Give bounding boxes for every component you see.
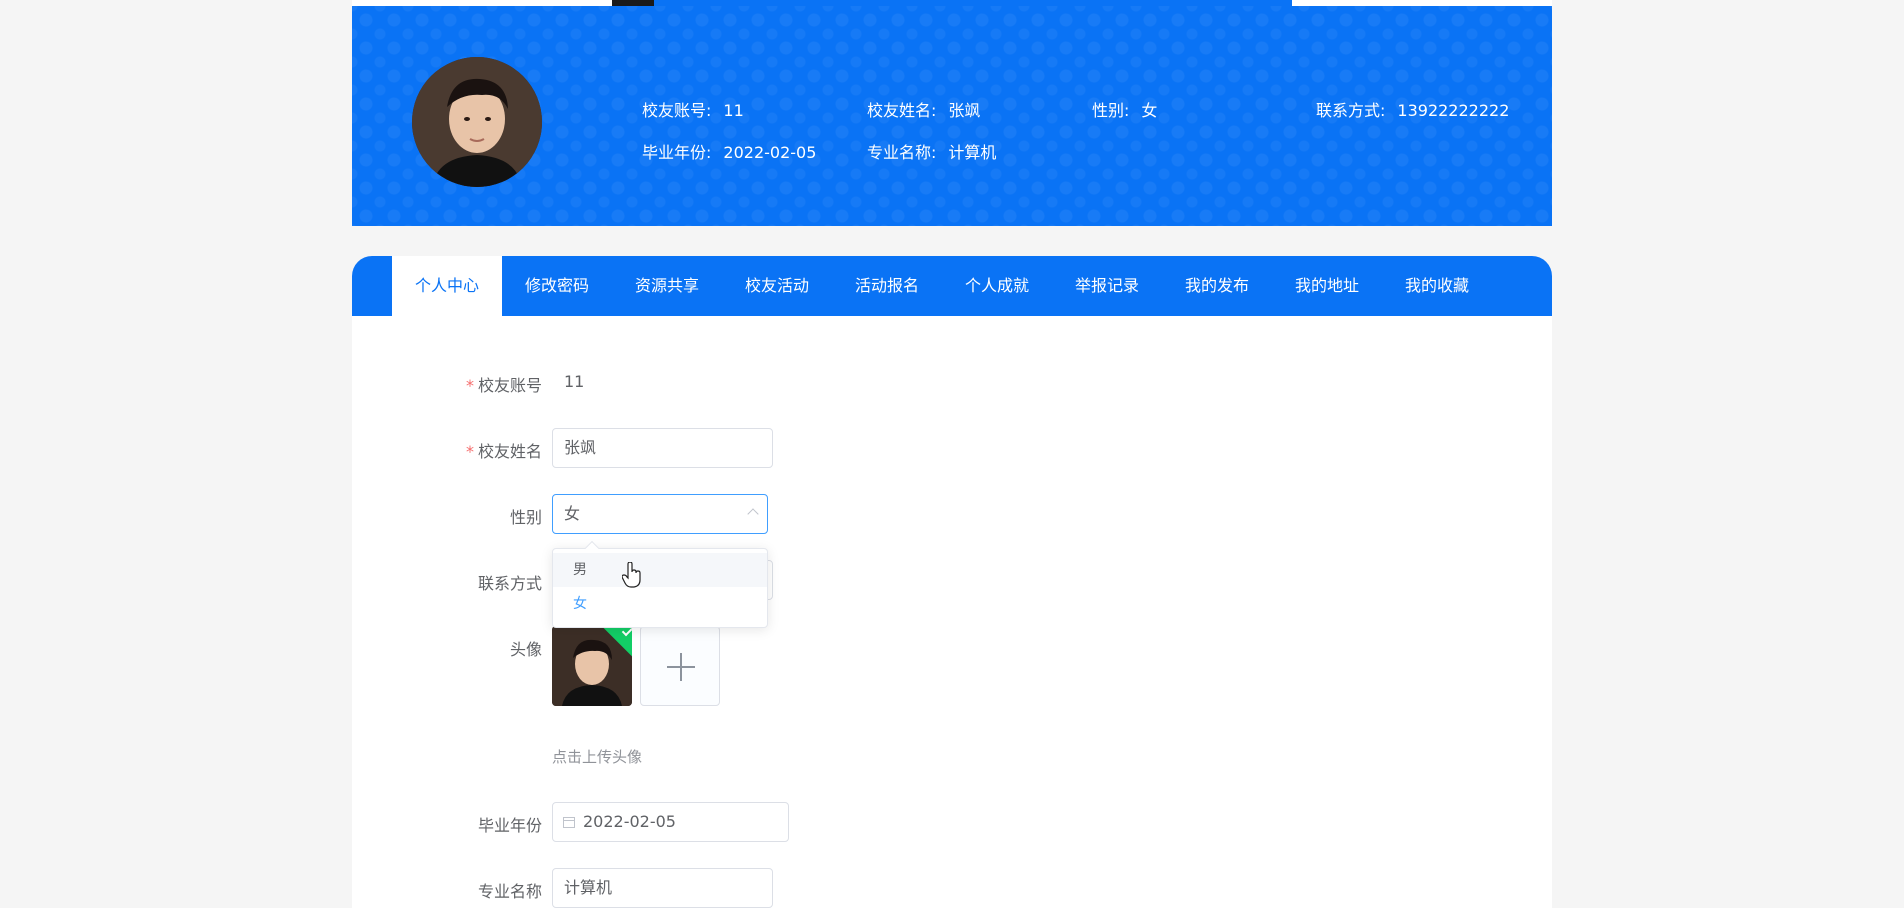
tab-resource-share[interactable]: 资源共享 bbox=[612, 256, 722, 316]
tab-report-records[interactable]: 举报记录 bbox=[1052, 256, 1162, 316]
major-label: 专业名称 bbox=[477, 882, 542, 901]
tab-achievements[interactable]: 个人成就 bbox=[942, 256, 1052, 316]
gender-option-male[interactable]: 男 bbox=[553, 553, 767, 587]
tab-activity-signup[interactable]: 活动报名 bbox=[832, 256, 942, 316]
main-nav: 个人中心 修改密码 资源共享 校友活动 活动报名 个人成就 举报记录 我的发布 … bbox=[352, 256, 1552, 316]
calendar-icon bbox=[563, 817, 575, 828]
grad-year-datepicker[interactable]: 2022-02-05 bbox=[552, 802, 789, 842]
profile-banner: 校友账号: 11 校友姓名: 张飒 性别: 女 联系方式: 13922222222 毕业… bbox=[352, 6, 1552, 226]
tab-my-posts[interactable]: 我的发布 bbox=[1162, 256, 1272, 316]
required-mark: * bbox=[465, 376, 474, 395]
account-value: 11 bbox=[564, 372, 585, 391]
header-name: 校友姓名: 张飒 bbox=[867, 101, 981, 120]
tab-my-address[interactable]: 我的地址 bbox=[1272, 256, 1382, 316]
header-grad-year: 毕业年份: 2022-02-05 bbox=[642, 143, 817, 162]
gender-select-value: 女 bbox=[564, 504, 581, 523]
required-mark: * bbox=[465, 442, 474, 461]
tab-change-password[interactable]: 修改密码 bbox=[502, 256, 612, 316]
profile-avatar bbox=[412, 57, 542, 187]
gender-label: 性别 bbox=[509, 508, 542, 527]
gender-option-female[interactable]: 女 bbox=[553, 587, 767, 621]
name-input[interactable]: 张飒 bbox=[552, 428, 773, 468]
hand-cursor-icon bbox=[622, 562, 641, 588]
header-major: 专业名称: 计算机 bbox=[867, 143, 997, 162]
name-label: * 校友姓名 bbox=[465, 442, 542, 461]
tab-my-favorites[interactable]: 我的收藏 bbox=[1382, 256, 1492, 316]
gender-dropdown: 男 女 bbox=[552, 540, 768, 628]
header-account: 校友账号: 11 bbox=[642, 101, 744, 120]
major-input[interactable]: 计算机 bbox=[552, 868, 773, 908]
header-gender: 性别: 女 bbox=[1092, 101, 1158, 120]
account-label: * 校友账号 bbox=[465, 376, 542, 395]
tab-alumni-activity[interactable]: 校友活动 bbox=[722, 256, 832, 316]
upload-hint[interactable]: 点击上传头像 bbox=[552, 746, 642, 767]
header-phone: 联系方式: 13922222222 bbox=[1316, 101, 1510, 120]
grad-year-value: 2022-02-05 bbox=[583, 812, 676, 831]
avatar-label: 头像 bbox=[509, 640, 542, 659]
gender-select[interactable]: 女 bbox=[552, 494, 768, 534]
avatar-thumbnail[interactable] bbox=[552, 626, 632, 706]
upload-avatar-button[interactable] bbox=[640, 626, 720, 706]
tab-personal-center[interactable]: 个人中心 bbox=[392, 256, 502, 316]
chevron-up-icon bbox=[747, 508, 759, 520]
phone-label: 联系方式 bbox=[477, 574, 542, 593]
grad-year-label: 毕业年份 bbox=[477, 816, 542, 835]
